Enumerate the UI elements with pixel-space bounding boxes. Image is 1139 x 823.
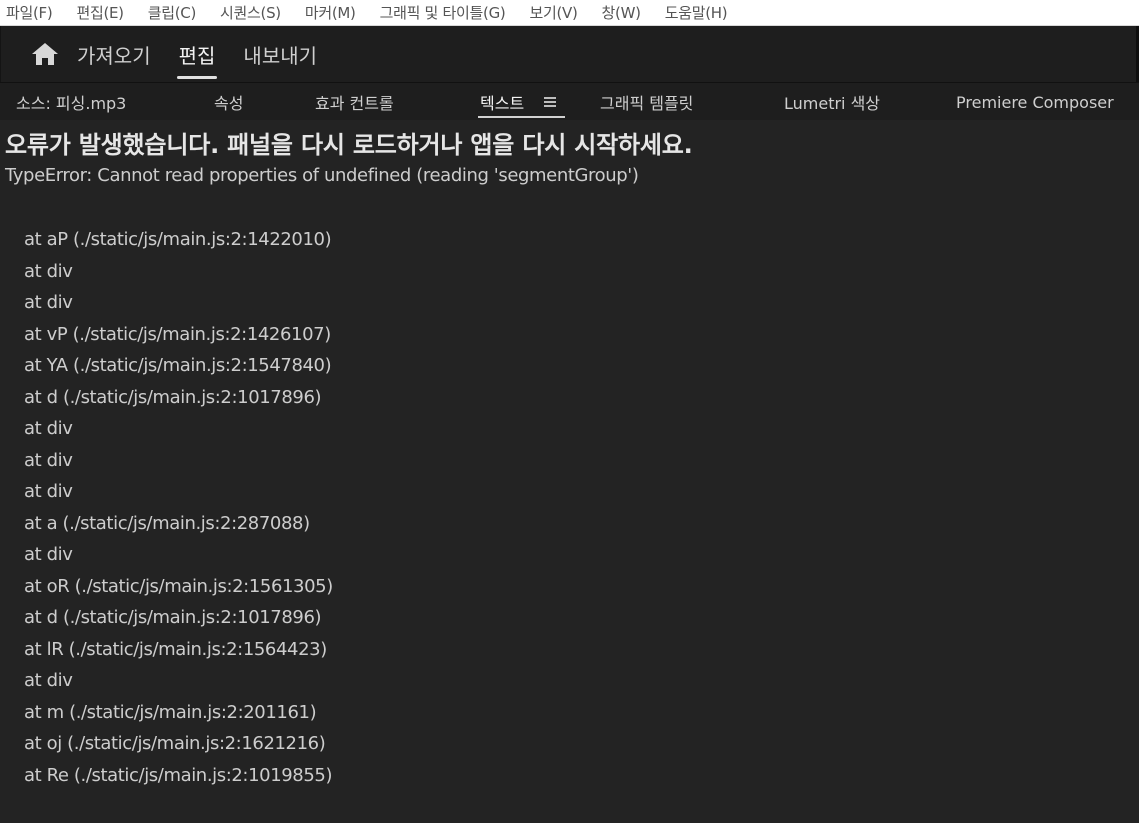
error-title: 오류가 발생했습니다. 패널을 다시 로드하거나 앱을 다시 시작하세요. <box>5 131 693 159</box>
menu-edit[interactable]: 편집(E) <box>76 2 124 23</box>
panel-tab-label: 효과 컨트롤 <box>315 94 394 113</box>
menu-help[interactable]: 도움말(H) <box>665 2 728 23</box>
stack-line: at div <box>24 260 73 282</box>
stack-line: at Re (./static/js/main.js:2:1019855) <box>24 764 333 786</box>
hamburger-menu-icon[interactable] <box>544 97 557 107</box>
stack-line: at lR (./static/js/main.js:2:1564423) <box>24 638 327 660</box>
stack-line: at d (./static/js/main.js:2:1017896) <box>24 607 322 628</box>
app-header: 가져오기 편집 내보내기 <box>0 26 1139 82</box>
menu-file[interactable]: 파일(F) <box>6 2 53 23</box>
panel-tab-premiere-composer[interactable]: Premiere Composer <box>956 83 1114 121</box>
panel-tab-source[interactable]: 소스: 피싱.mp3 <box>16 83 126 121</box>
stack-line: at a (./static/js/main.js:2:287088) <box>24 512 310 534</box>
menu-bar: 파일(F) 편집(E) 클립(C) 시퀀스(S) 마커(M) 그래픽 및 타이틀… <box>0 0 1139 26</box>
stack-line: at div <box>24 449 73 471</box>
panel-tab-label: 텍스트 <box>480 94 525 113</box>
stack-line: at m (./static/js/main.js:2:201161) <box>24 701 317 723</box>
stack-line: at div <box>24 481 73 502</box>
menu-graphics-titles[interactable]: 그래픽 및 타이틀(G) <box>380 2 506 23</box>
error-message: TypeError: Cannot read properties of und… <box>5 165 639 186</box>
stack-line: at div <box>24 544 73 565</box>
panel-tab-label: Lumetri 색상 <box>784 94 881 113</box>
tab-export[interactable]: 내보내기 <box>241 26 319 82</box>
panel-tab-lumetri-color[interactable]: Lumetri 색상 <box>784 83 880 121</box>
stack-trace: at aP (./static/js/main.js:2:1422010) at… <box>24 226 333 793</box>
stack-line: at aP (./static/js/main.js:2:1422010) <box>24 229 332 250</box>
panel-tab-label: 속성 <box>214 94 244 113</box>
menu-clip[interactable]: 클립(C) <box>148 2 197 23</box>
active-tab-underline <box>478 116 565 118</box>
home-icon <box>32 43 58 65</box>
stack-line: at div <box>24 292 73 313</box>
panel-tab-label: 그래픽 템플릿 <box>600 94 694 113</box>
stack-line: at YA (./static/js/main.js:2:1547840) <box>24 355 332 376</box>
stack-line: at div <box>24 670 73 691</box>
panel-tab-graphic-templates[interactable]: 그래픽 템플릿 <box>600 83 693 121</box>
menu-sequence[interactable]: 시퀀스(S) <box>220 2 281 23</box>
panel-tab-properties[interactable]: 속성 <box>214 83 243 121</box>
panel-tab-effect-controls[interactable]: 효과 컨트롤 <box>315 83 394 121</box>
panel-tab-label: Premiere Composer <box>956 92 1114 112</box>
error-panel: 오류가 발생했습니다. 패널을 다시 로드하거나 앱을 다시 시작하세요. Ty… <box>0 121 1139 823</box>
panel-tab-label: 소스: 피싱.mp3 <box>16 94 127 113</box>
menu-window[interactable]: 창(W) <box>602 2 641 23</box>
stack-line: at oR (./static/js/main.js:2:1561305) <box>24 575 333 597</box>
stack-line: at d (./static/js/main.js:2:1017896) <box>24 386 322 408</box>
stack-line: at div <box>24 418 73 439</box>
tab-edit[interactable]: 편집 <box>176 26 218 82</box>
panel-tab-bar: 소스: 피싱.mp3 속성 효과 컨트롤 텍스트 그래픽 템플릿 Lumetri… <box>0 82 1139 120</box>
menu-view[interactable]: 보기(V) <box>529 2 577 23</box>
stack-line: at oj (./static/js/main.js:2:1621216) <box>24 733 326 754</box>
stack-line: at vP (./static/js/main.js:2:1426107) <box>24 323 331 345</box>
menu-marker[interactable]: 마커(M) <box>305 2 356 23</box>
home-button[interactable] <box>25 34 65 74</box>
tab-import[interactable]: 가져오기 <box>75 26 153 82</box>
